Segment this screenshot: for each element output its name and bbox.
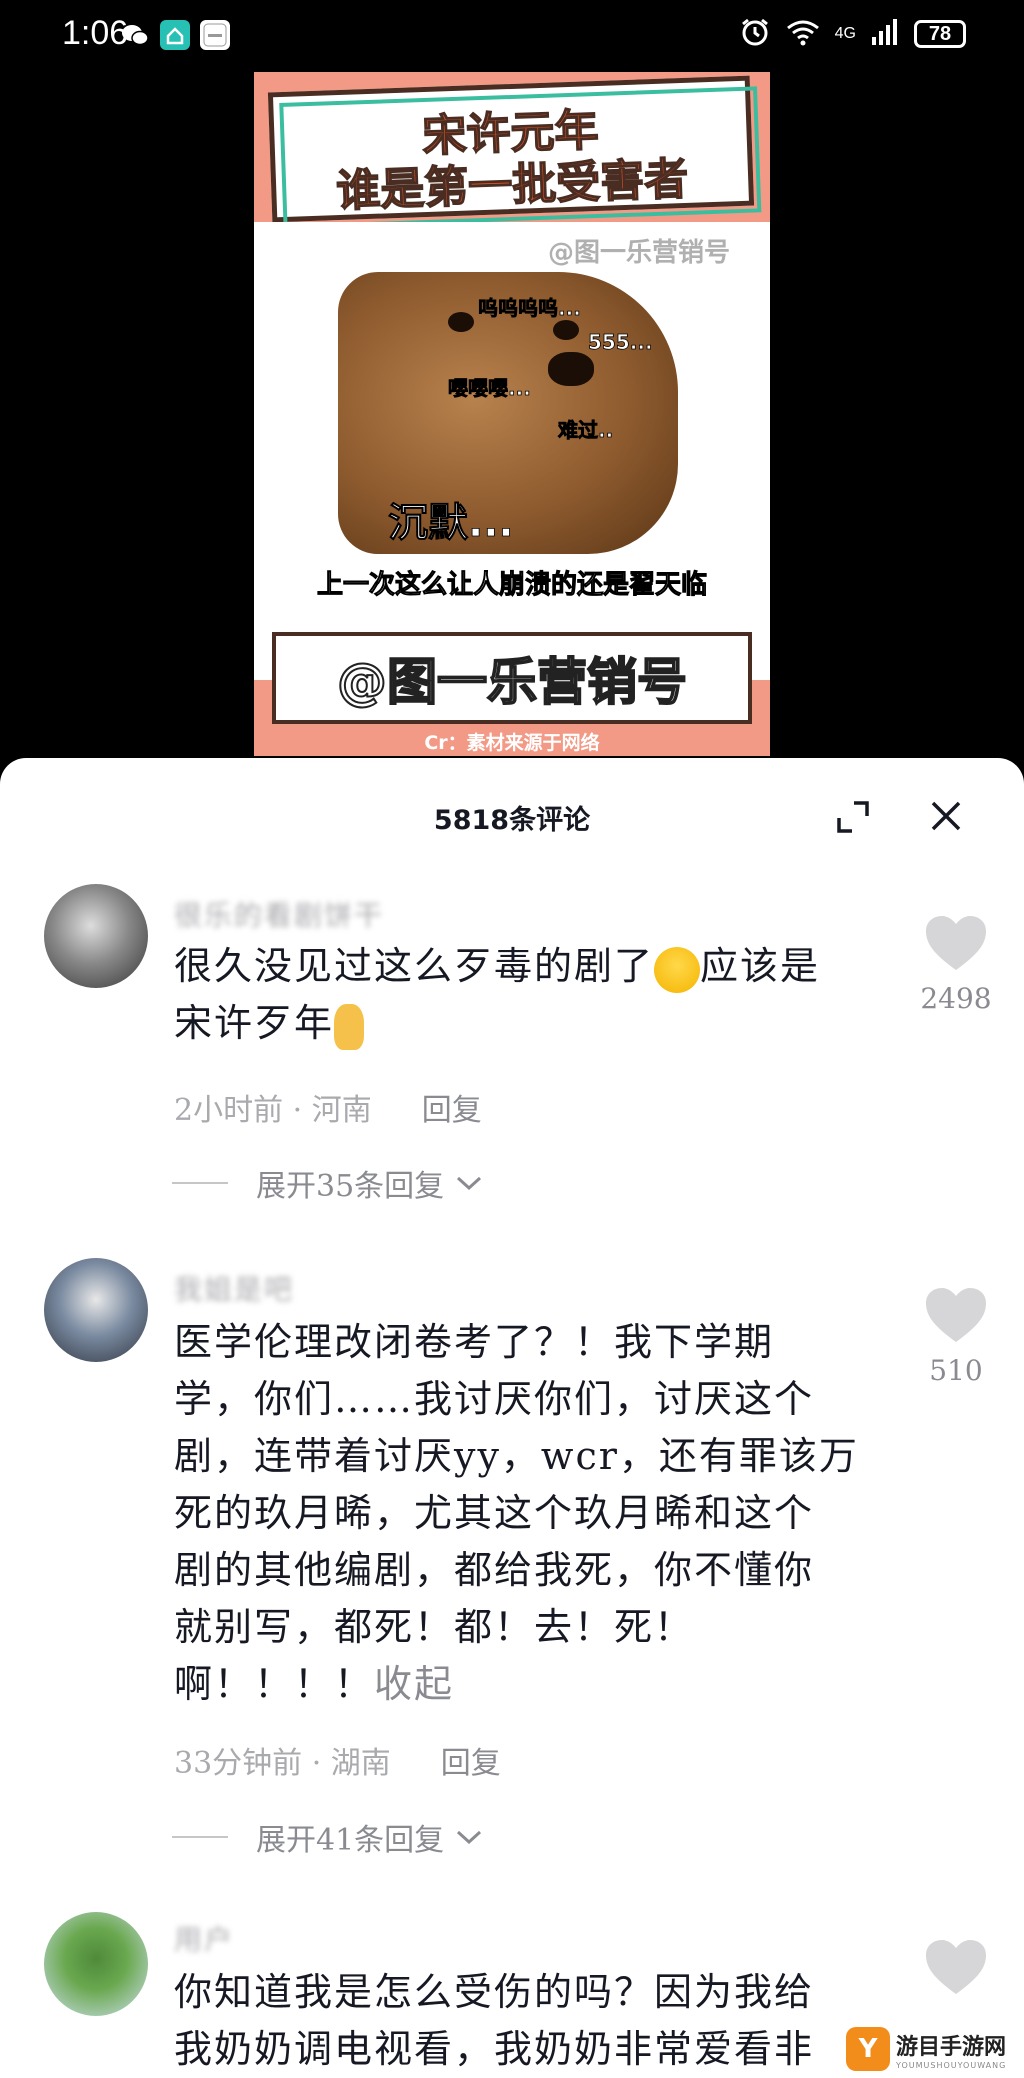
comments-header: 5818条评论 [0, 758, 1024, 872]
comment-text-part: 应该是 [700, 944, 821, 988]
comments-count-title: 5818条评论 [433, 805, 591, 836]
finger-heart-emoji-icon [334, 1003, 365, 1050]
expand-icon[interactable] [836, 800, 870, 834]
status-bar: 1:06 4G 78 [0, 0, 1024, 72]
alarm-icon [739, 16, 771, 52]
chevron-down-icon [457, 1830, 482, 1845]
comment-meta: 33分钟前 · 湖南 回复 [174, 1738, 501, 1782]
logo-mark: Y [846, 2027, 890, 2071]
network-type: 4G [834, 25, 856, 42]
like-heart-icon[interactable] [924, 1938, 988, 1996]
close-icon[interactable] [928, 798, 964, 834]
meme-text: 呜呜呜呜... [478, 296, 582, 321]
comment-text-line: 死的玖月晞，尤其这个玖月晞和这个 [174, 1491, 815, 1535]
like-heart-icon[interactable] [924, 1286, 988, 1344]
avatar[interactable] [44, 884, 148, 988]
comment-text-line: 啊！！！！ [174, 1662, 375, 1706]
video-caption: 上一次这么让人崩溃的还是翟天临 [316, 570, 707, 601]
collapse-button[interactable]: 收起 [374, 1662, 454, 1706]
signal-icon [870, 17, 900, 51]
dog-eye [553, 320, 579, 340]
comment-text: 医学伦理改闭卷考了？！我下学期 学，你们……我讨厌你们，讨厌这个 剧，连带着讨厌… [174, 1314, 874, 1713]
dog-eye [448, 312, 474, 332]
wifi-icon [785, 17, 821, 51]
avatar[interactable] [44, 1912, 148, 2016]
like-heart-icon[interactable] [924, 914, 988, 972]
site-logo: Y 游目手游网 YOUMUSHOUYOUWANG [846, 2020, 1024, 2078]
avatar[interactable] [44, 1258, 148, 1362]
video-title-box: 宋许元年 谁是第一批受害者 [267, 75, 755, 223]
meme-text-large: 沉默... [388, 500, 514, 547]
comment-text-line: 我奶奶调电视看，我奶奶非常爱看非 [174, 2027, 815, 2071]
comment-text-line: 剧，连带着讨厌yy，wcr，还有罪该万 [174, 1434, 859, 1478]
like-count: 510 [929, 1354, 983, 1387]
video-handle: @图一乐营销号 [336, 652, 688, 712]
battery-indicator: 78 [914, 20, 966, 48]
divider [172, 1182, 228, 1184]
comment-text-part: 宋许歹年 [174, 1001, 335, 1045]
logo-subtext: YOUMUSHOUYOUWANG [896, 2060, 1007, 2070]
divider [172, 1836, 228, 1838]
logo-text: 游目手游网 [896, 2034, 1007, 2060]
dog-meme-image: 呜呜呜呜... 555... 嘤嘤嘤... 难过.. 沉默... [338, 272, 678, 554]
dog-nose [548, 352, 594, 386]
video-watermark: @图一乐营销号 [547, 238, 730, 268]
expand-replies-label: 展开35条回复 [256, 1169, 445, 1204]
comments-panel: 5818条评论 很乐的看剧饼干 很久没见过这么歹毒的剧了 应该是 宋许歹年 2小时… [0, 758, 1024, 2078]
comment-text: 你知道我是怎么受伤的吗？因为我给 我奶奶调电视看，我奶奶非常爱看非 [174, 1964, 874, 2078]
grin-sweat-emoji-icon [654, 946, 701, 993]
meme-text: 嘤嘤嘤... [448, 376, 532, 401]
home-app-icon [160, 20, 190, 50]
comment-text-line: 医学伦理改闭卷考了？！我下学期 [174, 1320, 775, 1364]
comment-author[interactable]: 我姐是吧 [174, 1268, 294, 1308]
comment-time-location: 2小时前 · 河南 [174, 1093, 372, 1128]
huawei-app-icon [200, 20, 230, 50]
expand-replies-button[interactable]: 展开35条回复 [172, 1161, 484, 1205]
like-count: 2498 [920, 982, 992, 1015]
comment-text-line: 剧的其他编剧，都给我死，你不懂你 [174, 1548, 815, 1592]
comment-text: 很久没见过这么歹毒的剧了 应该是 宋许歹年 [174, 938, 874, 1052]
video-source: Cr：素材来源于网络 [424, 732, 600, 754]
meme-text: 555... [588, 330, 653, 355]
wechat-icon [120, 20, 150, 50]
comment-text-part: 很久没见过这么歹毒的剧了 [174, 944, 655, 988]
clock: 1:06 [62, 14, 129, 52]
expand-replies-label: 展开41条回复 [256, 1823, 445, 1858]
video-handle-box: @图一乐营销号 [272, 632, 752, 724]
comment-text-line: 你知道我是怎么受伤的吗？因为我给 [174, 1970, 815, 2014]
chevron-down-icon [457, 1176, 482, 1191]
comment-author[interactable]: 很乐的看剧饼干 [174, 894, 384, 934]
comment-meta: 2小时前 · 河南 回复 [174, 1085, 482, 1129]
reply-button[interactable]: 回复 [441, 1746, 501, 1781]
video-frame[interactable]: 宋许元年 谁是第一批受害者 @图一乐营销号 呜呜呜呜... 555... 嘤嘤嘤… [254, 72, 770, 756]
reply-button[interactable]: 回复 [422, 1093, 482, 1128]
meme-text: 难过.. [558, 418, 614, 443]
expand-replies-button[interactable]: 展开41条回复 [172, 1815, 484, 1859]
comment-time-location: 33分钟前 · 湖南 [174, 1746, 391, 1781]
comment-author[interactable]: 用户 [174, 1918, 234, 1958]
comment-text-line: 学，你们……我讨厌你们，讨厌这个 [174, 1377, 815, 1421]
comment-text-line: 就别写，都死！都！去！死！ [174, 1605, 695, 1649]
